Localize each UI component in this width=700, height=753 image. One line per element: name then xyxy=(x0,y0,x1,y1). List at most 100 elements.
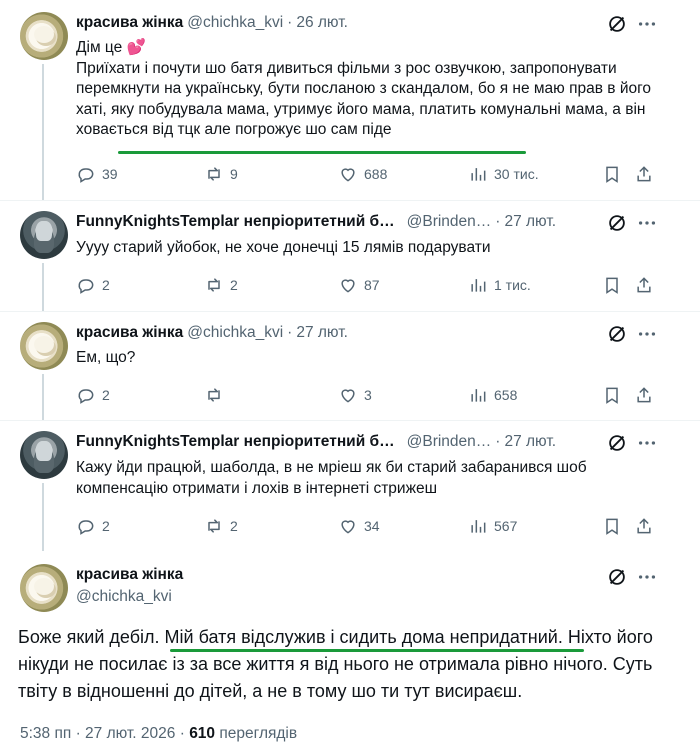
tweet-meta: 5:38 пп · 27 лют. 2026 · 610 переглядів xyxy=(20,725,298,742)
repost-button[interactable]: 2 xyxy=(204,273,238,297)
tweet-date[interactable]: 27 лют. xyxy=(504,431,556,453)
views-icon xyxy=(471,168,486,181)
views-button[interactable]: 30 тис. xyxy=(468,162,539,186)
display-name[interactable]: красива жінка xyxy=(76,566,183,584)
reply-button[interactable]: 39 xyxy=(76,162,118,186)
tweet-date[interactable]: 26 лют. xyxy=(296,12,348,34)
tweet-header: FunnyKnightsTemplar непріоритетний б… @B… xyxy=(76,431,682,453)
bookmark-icon xyxy=(606,277,618,294)
avatar[interactable] xyxy=(20,12,68,60)
user-handle[interactable]: @chichka_kvi xyxy=(187,322,283,344)
thread-line xyxy=(42,64,44,200)
annotation-underline xyxy=(170,649,584,652)
like-button[interactable]: 3 xyxy=(338,383,372,407)
action-bar: 2 2 87 1 тис. xyxy=(72,273,664,297)
repost-icon xyxy=(208,167,220,181)
views-icon xyxy=(471,520,486,533)
views-button[interactable]: 567 xyxy=(468,514,517,538)
bookmark-button[interactable] xyxy=(602,514,622,538)
views-button[interactable]: 658 xyxy=(468,383,517,407)
thread-line xyxy=(42,374,44,420)
tweet-header: красива жінка @chichka_kvi · 27 лют. xyxy=(76,322,682,344)
avatar[interactable] xyxy=(20,431,68,479)
share-icon xyxy=(637,518,651,534)
tweet-date[interactable]: 27 лют. xyxy=(296,322,348,344)
display-name[interactable]: FunnyKnightsTemplar непріоритетний б… xyxy=(76,431,395,453)
tweet-3[interactable]: красива жінка @chichka_kvi · 27 лют. Ем,… xyxy=(0,312,700,420)
repost-icon xyxy=(208,519,220,533)
repost-icon xyxy=(208,388,220,402)
tweet-date[interactable]: 27 лют. xyxy=(504,211,556,233)
like-icon xyxy=(341,279,355,293)
bookmark-icon xyxy=(606,518,618,535)
reply-button[interactable]: 2 xyxy=(76,514,110,538)
share-button[interactable] xyxy=(634,162,654,186)
repost-icon xyxy=(208,278,220,292)
repost-button[interactable] xyxy=(204,383,230,407)
tweet-text: Кажу йди працюй, шаболда, в не мріеш як … xyxy=(76,459,587,497)
user-handle[interactable]: @chichka_kvi xyxy=(76,588,172,606)
thread-line xyxy=(42,483,44,551)
tweet-2[interactable]: FunnyKnightsTemplar непріоритетний б… @B… xyxy=(0,201,700,311)
avatar[interactable] xyxy=(20,322,68,370)
tweet-time[interactable]: 5:38 пп xyxy=(20,725,71,742)
user-handle[interactable]: @chichka_kvi xyxy=(187,12,283,34)
like-button[interactable]: 688 xyxy=(338,162,387,186)
tweet-date[interactable]: 27 лют. 2026 xyxy=(85,725,175,742)
share-button[interactable] xyxy=(634,383,654,407)
share-button[interactable] xyxy=(634,273,654,297)
reply-button[interactable]: 2 xyxy=(76,273,110,297)
repost-button[interactable]: 2 xyxy=(204,514,238,538)
tweet-header: FunnyKnightsTemplar непріоритетний б… @B… xyxy=(76,211,682,233)
reply-button[interactable]: 2 xyxy=(76,383,110,407)
more-icon[interactable] xyxy=(636,432,658,454)
more-icon[interactable] xyxy=(636,13,658,35)
grok-icon[interactable] xyxy=(606,432,628,454)
tweet-header: красива жінка @chichka_kvi · 26 лют. xyxy=(76,12,682,34)
tweet-1[interactable]: красива жінка @chichka_kvi · 26 лют. Дім… xyxy=(0,0,700,200)
reply-icon xyxy=(78,168,94,183)
like-icon xyxy=(341,520,355,534)
like-icon xyxy=(341,389,355,403)
bookmark-button[interactable] xyxy=(602,162,622,186)
tweet-text: Уууу старий уйобок, не хоче донечці 15 л… xyxy=(76,239,491,256)
like-button[interactable]: 34 xyxy=(338,514,380,538)
bookmark-button[interactable] xyxy=(602,273,622,297)
action-bar: 2 2 34 567 xyxy=(72,514,664,538)
reply-icon xyxy=(78,389,94,404)
avatar[interactable] xyxy=(20,564,68,612)
user-handle[interactable]: @Brinden… xyxy=(407,431,492,453)
views-label: переглядів xyxy=(219,725,298,742)
more-icon[interactable] xyxy=(636,566,658,588)
like-button[interactable]: 87 xyxy=(338,273,380,297)
more-icon[interactable] xyxy=(636,212,658,234)
reply-icon xyxy=(78,520,94,535)
share-icon xyxy=(637,277,651,293)
display-name[interactable]: FunnyKnightsTemplar непріоритетний б… xyxy=(76,211,395,233)
bookmark-button[interactable] xyxy=(602,383,622,407)
annotation-underline xyxy=(118,151,526,154)
like-icon xyxy=(341,168,355,182)
repost-button[interactable]: 9 xyxy=(204,162,238,186)
main-tweet-text: Боже який дебіл. Мій батя відслужив і си… xyxy=(18,627,653,701)
grok-icon[interactable] xyxy=(606,13,628,35)
share-button[interactable] xyxy=(634,514,654,538)
views-icon xyxy=(471,279,486,292)
grok-icon[interactable] xyxy=(606,212,628,234)
reply-icon xyxy=(78,279,94,294)
action-bar: 2 3 658 xyxy=(72,383,664,407)
grok-icon[interactable] xyxy=(606,566,628,588)
views-count: 610 xyxy=(189,725,216,742)
avatar[interactable] xyxy=(20,211,68,259)
views-button[interactable]: 1 тис. xyxy=(468,273,531,297)
bookmark-icon xyxy=(606,387,618,404)
more-icon[interactable] xyxy=(636,323,658,345)
tweet-4[interactable]: FunnyKnightsTemplar непріоритетний б… @B… xyxy=(0,421,700,551)
user-handle[interactable]: @Brinden… xyxy=(407,211,492,233)
views-icon xyxy=(471,389,486,402)
share-icon xyxy=(637,166,651,182)
tweet-text: Ем, що? xyxy=(76,349,136,366)
display-name[interactable]: красива жінка xyxy=(76,322,183,344)
display-name[interactable]: красива жінка xyxy=(76,12,183,34)
grok-icon[interactable] xyxy=(606,323,628,345)
